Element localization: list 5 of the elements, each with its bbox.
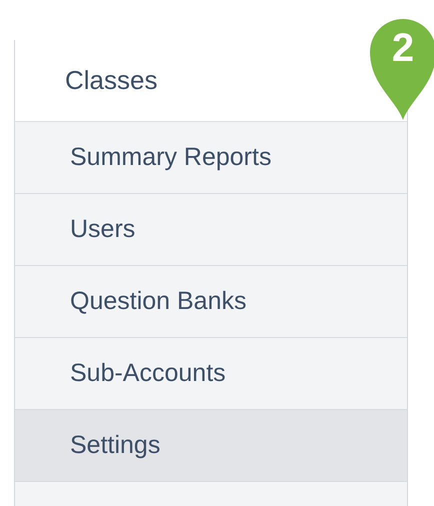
menu-item[interactable]: Settings — [15, 410, 407, 482]
menu-item[interactable]: Question Banks — [15, 266, 407, 338]
menu-item[interactable]: Users — [15, 194, 407, 266]
menu-item[interactable]: Summary Reports — [15, 122, 407, 194]
menu-item[interactable]: Sub-Accounts — [15, 338, 407, 410]
